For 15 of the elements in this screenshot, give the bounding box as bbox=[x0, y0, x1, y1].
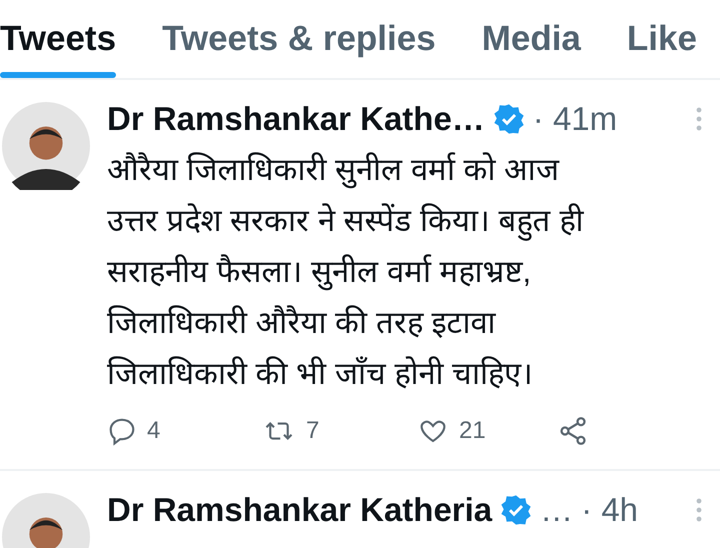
truncation-ellipsis: … bbox=[540, 491, 574, 529]
reply-button[interactable]: 4 bbox=[107, 416, 262, 446]
profile-tab[interactable]: Media bbox=[482, 0, 581, 78]
tweet-time: · 41m bbox=[532, 100, 618, 138]
author-name[interactable]: Dr Ramshankar Katheria bbox=[107, 491, 492, 529]
profile-tab[interactable]: Tweets bbox=[0, 0, 116, 78]
like-button[interactable]: 21 bbox=[417, 416, 557, 446]
tweet-text: औरैया जिलाधिकारी सुनील वर्मा को आज उत्तर प्रदेश सरकार ने सस्पेंड किया। बहुत ही सराहनीय फैसला। सुनील वर्मा महाभ्रष्ट, जिलाधिकारी औरैया की तरह इटावा जिलाधिकारी की भी जाँच होनी चाहिए। bbox=[107, 151, 585, 393]
tweet-time: · 4h bbox=[581, 491, 638, 529]
profile-tab[interactable]: Like bbox=[626, 0, 697, 78]
speech-bubble-icon bbox=[107, 416, 137, 446]
retweet-button[interactable]: 7 bbox=[262, 416, 417, 446]
avatar-icon[interactable] bbox=[2, 102, 90, 190]
profile-tab[interactable]: Tweets & replies bbox=[162, 0, 436, 78]
author-name[interactable]: Dr Ramshankar Kathe… bbox=[107, 100, 485, 138]
